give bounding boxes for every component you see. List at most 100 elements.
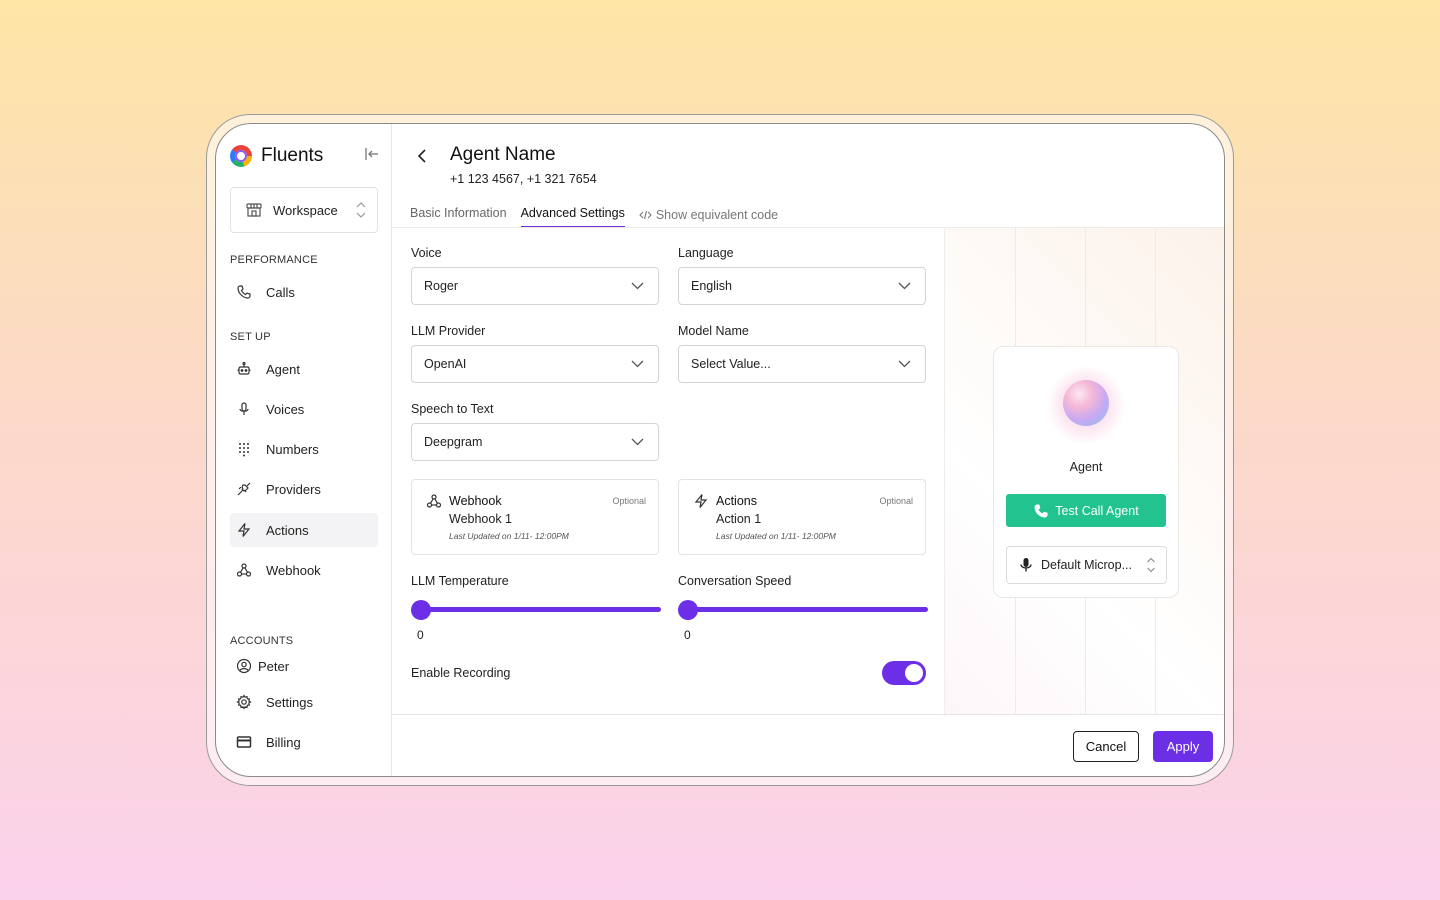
conversation-speed-slider[interactable] — [683, 607, 928, 612]
speech-to-text-select[interactable]: Deepgram — [411, 423, 659, 461]
webhook-card-value: Webhook 1 — [449, 512, 513, 526]
sidebar-item-settings[interactable]: Settings — [230, 685, 378, 719]
sidebar-item-label: Calls — [266, 284, 295, 300]
chevron-updown-icon — [355, 199, 367, 221]
main-panel: Agent Name +1 123 4567, +1 321 7654 Basi… — [392, 124, 1224, 776]
test-call-agent-label: Test Call Agent — [1055, 503, 1139, 518]
microphone-select[interactable]: Default Microp... — [1006, 546, 1167, 584]
chevron-down-icon — [631, 437, 644, 447]
actions-card-value: Action 1 — [716, 512, 762, 526]
lightning-icon — [693, 493, 709, 509]
cancel-button[interactable]: Cancel — [1073, 731, 1139, 762]
conversation-speed-label: Conversation Speed — [678, 574, 792, 588]
sidebar-item-billing[interactable]: Billing — [230, 725, 378, 759]
agent-orb-avatar — [1063, 380, 1109, 426]
sidebar-item-label: Peter — [258, 658, 290, 674]
sidebar-item-label: Providers — [266, 481, 321, 497]
voice-value: Roger — [424, 279, 459, 293]
chevron-updown-icon — [1146, 555, 1156, 575]
section-accounts: ACCOUNTS — [230, 635, 294, 647]
brand-name: Fluents — [261, 145, 324, 166]
language-select[interactable]: English — [678, 267, 926, 305]
sidebar-item-label: Billing — [266, 734, 301, 750]
model-name-select[interactable]: Select Value... — [678, 345, 926, 383]
speech-to-text-label: Speech to Text — [411, 402, 494, 416]
sidebar-item-actions[interactable]: Actions — [230, 513, 378, 547]
actions-card-updated: Last Updated on 1/11- 12:00PM — [716, 531, 836, 541]
tab-advanced-settings[interactable]: Advanced Settings — [520, 206, 625, 228]
model-name-value: Select Value... — [691, 357, 771, 371]
webhook-card-title: Webhook — [449, 494, 502, 508]
agent-preview-panel: Agent Test Call Agent Default Microp... — [944, 228, 1224, 714]
tab-basic-information[interactable]: Basic Information — [410, 206, 507, 228]
llm-temperature-thumb[interactable] — [411, 600, 431, 620]
optional-badge: Optional — [612, 496, 646, 506]
actions-card[interactable]: Actions Optional Action 1 Last Updated o… — [678, 479, 926, 555]
sidebar-item-label: Numbers — [266, 441, 319, 457]
microphone-value: Default Microp... — [1041, 558, 1133, 572]
conversation-speed-thumb[interactable] — [678, 600, 698, 620]
chevron-down-icon — [631, 281, 644, 291]
chevron-down-icon — [898, 281, 911, 291]
sidebar-item-peter[interactable]: Peter — [230, 649, 378, 683]
workspace-selector[interactable]: Workspace — [230, 187, 378, 233]
tab-code-label: Show equivalent code — [655, 208, 779, 222]
webhook-card[interactable]: Webhook Optional Webhook 1 Last Updated … — [411, 479, 659, 555]
sidebar-item-voices[interactable]: Voices — [230, 392, 378, 426]
enable-recording-toggle[interactable] — [882, 661, 926, 685]
apply-button[interactable]: Apply — [1153, 731, 1213, 762]
back-arrow-icon[interactable] — [414, 146, 430, 166]
tab-show-equivalent-code[interactable]: Show equivalent code — [639, 206, 778, 228]
webhook-icon — [426, 493, 442, 509]
tab-bar: Basic Information Advanced Settings Show… — [410, 206, 778, 228]
voice-select[interactable]: Roger — [411, 267, 659, 305]
agent-label: Agent — [1069, 460, 1103, 474]
sidebar-item-label: Actions — [266, 522, 309, 538]
footer-divider — [392, 714, 1224, 715]
llm-provider-value: OpenAI — [424, 357, 467, 371]
llm-provider-select[interactable]: OpenAI — [411, 345, 659, 383]
sidebar-item-label: Agent — [266, 361, 300, 377]
credit-card-icon — [236, 734, 252, 750]
llm-temperature-value: 0 — [417, 628, 424, 642]
model-name-label: Model Name — [678, 324, 749, 338]
voice-label: Voice — [411, 246, 442, 260]
fluents-logo-icon — [230, 145, 252, 167]
microphone-icon — [1019, 557, 1033, 573]
sidebar-item-calls[interactable]: Calls — [230, 275, 378, 309]
sidebar: Fluents Workspace PERFORMANCE Calls SET … — [216, 124, 392, 776]
llm-temperature-slider[interactable] — [416, 607, 661, 612]
store-icon — [245, 201, 263, 219]
code-icon — [639, 210, 652, 220]
language-value: English — [691, 279, 732, 293]
sidebar-item-webhook[interactable]: Webhook — [230, 553, 378, 587]
collapse-sidebar-icon[interactable] — [364, 146, 380, 162]
microphone-icon — [236, 401, 252, 417]
test-call-agent-button[interactable]: Test Call Agent — [1006, 494, 1166, 527]
sidebar-item-label: Webhook — [266, 562, 321, 578]
user-icon — [236, 658, 252, 674]
llm-temperature-label: LLM Temperature — [411, 574, 509, 588]
webhook-icon — [236, 562, 252, 578]
phone-icon — [1034, 504, 1048, 517]
llm-provider-label: LLM Provider — [411, 324, 486, 338]
plug-icon — [236, 481, 252, 497]
sidebar-item-label: Settings — [266, 694, 313, 710]
webhook-card-updated: Last Updated on 1/11- 12:00PM — [449, 531, 569, 541]
actions-card-title: Actions — [716, 494, 757, 508]
section-performance: PERFORMANCE — [230, 254, 318, 266]
speech-to-text-value: Deepgram — [424, 435, 483, 449]
optional-badge: Optional — [879, 496, 913, 506]
chevron-down-icon — [631, 359, 644, 369]
robot-icon — [236, 361, 252, 377]
chevron-down-icon — [898, 359, 911, 369]
section-setup: SET UP — [230, 331, 271, 343]
sidebar-item-numbers[interactable]: Numbers — [230, 432, 378, 466]
sidebar-item-agent[interactable]: Agent — [230, 352, 378, 386]
page-title: Agent Name — [450, 144, 556, 165]
sidebar-item-providers[interactable]: Providers — [230, 472, 378, 506]
sidebar-item-label: Voices — [266, 401, 305, 417]
gear-icon — [236, 694, 252, 710]
dialpad-icon — [236, 441, 252, 457]
phone-icon — [236, 284, 252, 300]
